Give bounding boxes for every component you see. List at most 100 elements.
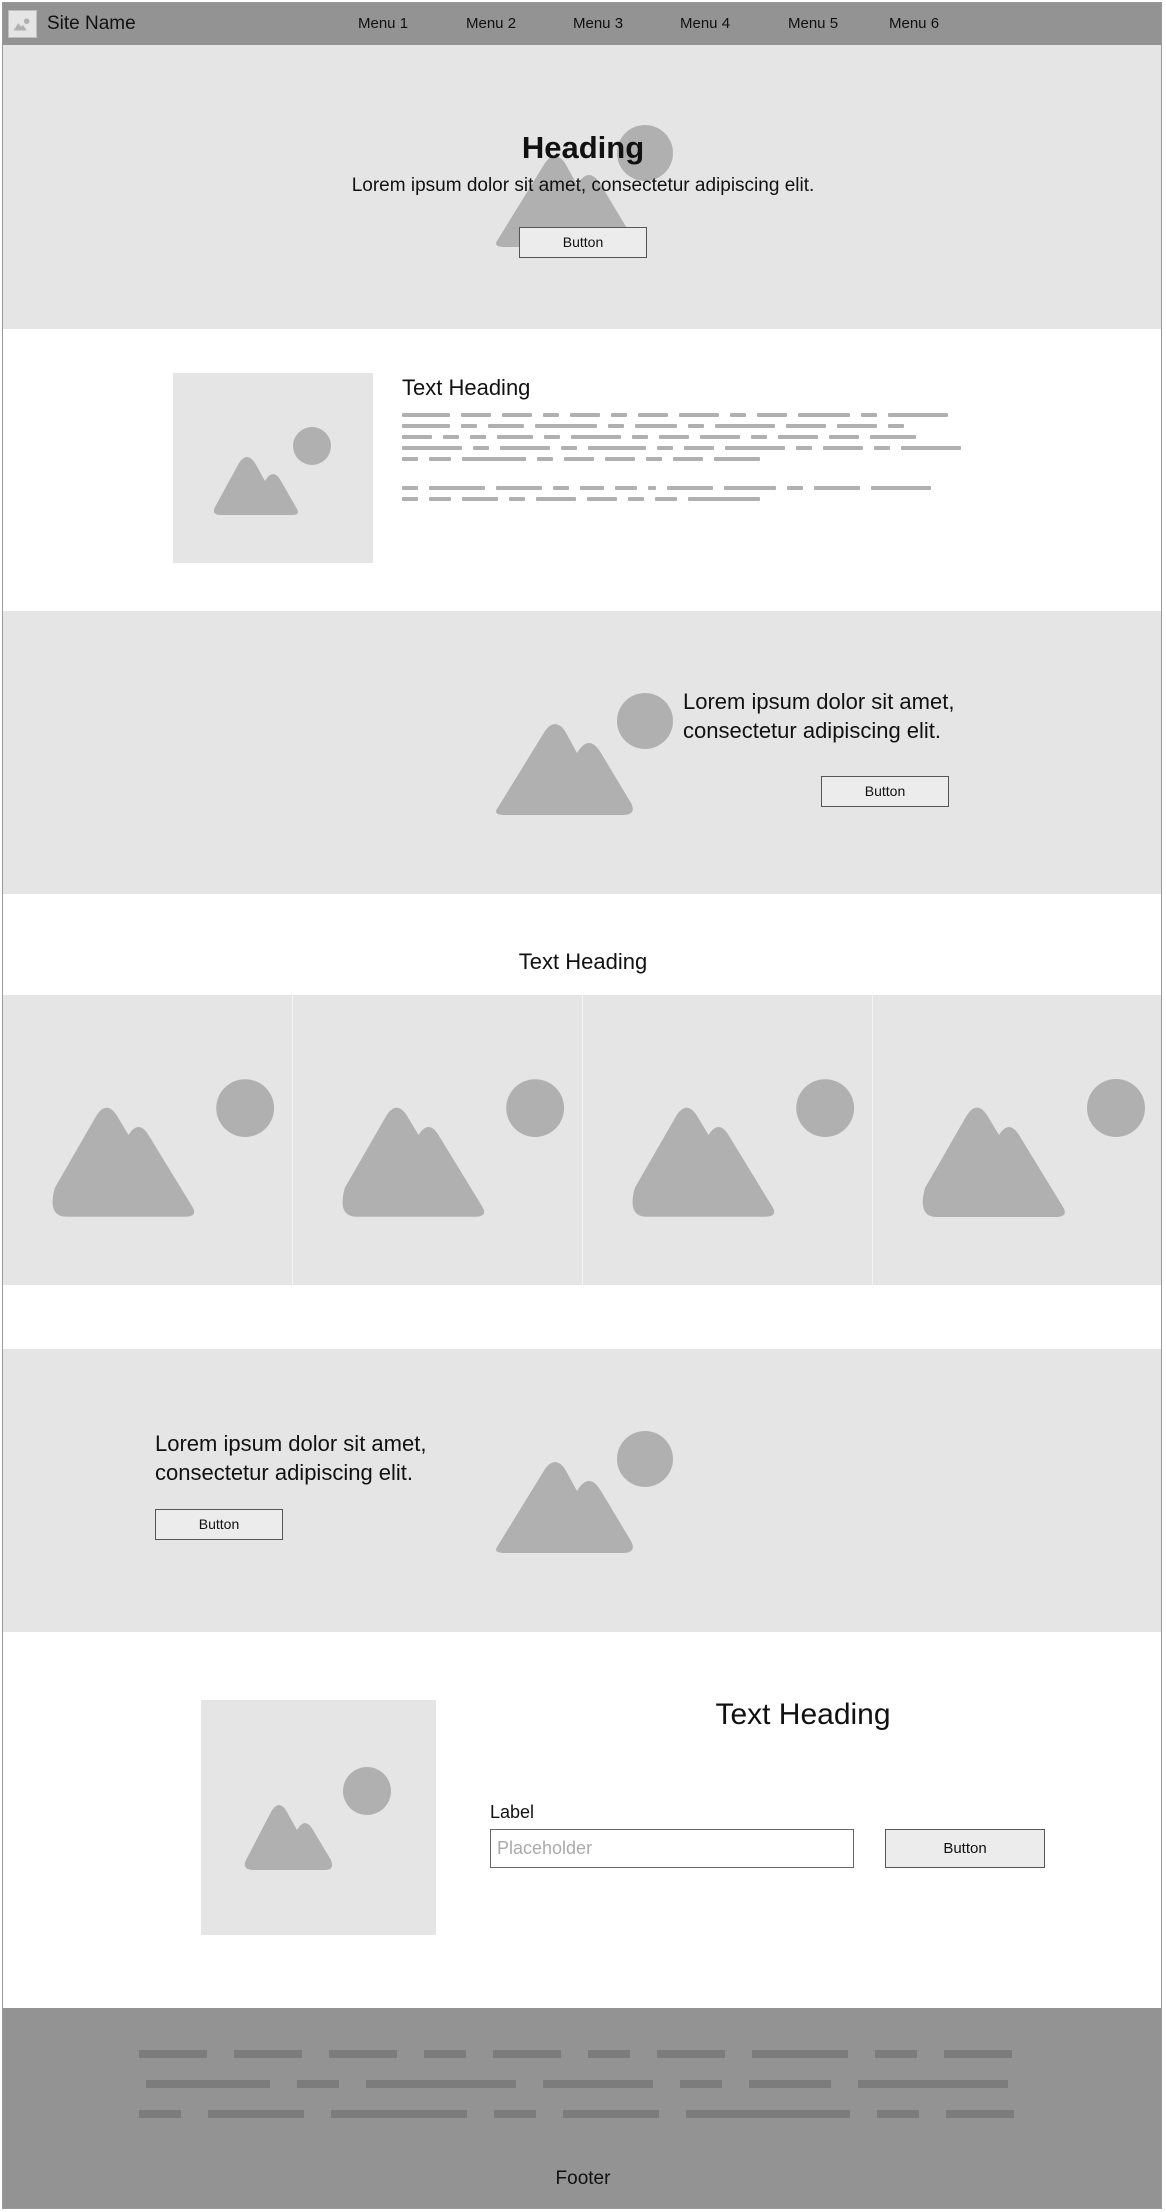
greek-text-dash xyxy=(638,413,668,417)
gallery-image-4-icon[interactable] xyxy=(873,995,1161,1285)
greek-text-dash xyxy=(787,486,803,490)
nav-menu-6[interactable]: Menu 6 xyxy=(889,15,939,32)
greek-text-dash xyxy=(628,497,644,501)
greek-text-dash xyxy=(462,457,526,461)
greek-text-dash xyxy=(402,457,418,461)
footer-link[interactable] xyxy=(297,2080,339,2088)
greek-text-dash xyxy=(823,446,863,450)
site-name[interactable]: Site Name xyxy=(47,13,136,35)
form-heading: Text Heading xyxy=(715,1698,891,1731)
greek-text-dash xyxy=(778,435,818,439)
greek-text-dash xyxy=(786,424,826,428)
footer-link[interactable] xyxy=(944,2050,1012,2058)
footer-link[interactable] xyxy=(686,2110,850,2118)
greek-text-dash xyxy=(402,497,418,501)
footer-link[interactable] xyxy=(563,2110,659,2118)
site-header: Site Name Menu 1 Menu 2 Menu 3 Menu 4 Me… xyxy=(3,3,1161,45)
nav-menu-1[interactable]: Menu 1 xyxy=(358,15,408,32)
greek-text-dash xyxy=(888,424,904,428)
greek-text-dash xyxy=(429,457,451,461)
greek-text-dash xyxy=(648,486,656,490)
greek-text-dash xyxy=(402,435,432,439)
greek-text-dash xyxy=(611,413,627,417)
footer-link[interactable] xyxy=(588,2050,630,2058)
footer-link[interactable] xyxy=(752,2050,848,2058)
greek-text-dash xyxy=(537,457,553,461)
greek-text-dash xyxy=(587,497,617,501)
greek-text-dash xyxy=(688,497,760,501)
nav-menu-5[interactable]: Menu 5 xyxy=(788,15,838,32)
greek-text-dash xyxy=(429,497,451,501)
greek-text-dash xyxy=(429,486,485,490)
footer-link[interactable] xyxy=(680,2080,722,2088)
greek-text-dash xyxy=(725,446,785,450)
feature-right-button[interactable]: Button xyxy=(821,776,949,807)
greek-text-dash xyxy=(580,486,604,490)
greek-text-dash xyxy=(615,486,637,490)
footer-link[interactable] xyxy=(366,2080,516,2088)
feature-left-button[interactable]: Button xyxy=(155,1509,283,1540)
greek-text-dash xyxy=(570,413,600,417)
greek-text-dash xyxy=(874,446,890,450)
footer-link[interactable] xyxy=(877,2110,919,2118)
form-section: Text Heading Label Button xyxy=(3,1632,1161,2008)
footer-link[interactable] xyxy=(331,2110,467,2118)
footer-link[interactable] xyxy=(858,2080,1008,2088)
form-submit-button[interactable]: Button xyxy=(885,1829,1045,1868)
gallery-image-2-icon[interactable] xyxy=(293,995,583,1285)
greek-text-dash xyxy=(684,446,714,450)
hero-section: Heading Lorem ipsum dolor sit amet, cons… xyxy=(3,45,1161,329)
footer-link[interactable] xyxy=(139,2050,207,2058)
form-label: Label xyxy=(490,1802,535,1822)
greek-text-dash xyxy=(673,457,703,461)
greek-text-dash xyxy=(798,413,850,417)
gallery-image-1-icon[interactable] xyxy=(3,995,293,1285)
greek-text-dash xyxy=(544,435,560,439)
greek-text-dash xyxy=(473,446,489,450)
footer-link[interactable] xyxy=(424,2050,466,2058)
footer-link[interactable] xyxy=(875,2050,917,2058)
footer-link[interactable] xyxy=(329,2050,397,2058)
form-section-image-icon xyxy=(201,1700,436,1935)
hero-subtext: Lorem ipsum dolor sit amet, consectetur … xyxy=(351,175,815,196)
footer-link[interactable] xyxy=(208,2110,304,2118)
greek-text-dash xyxy=(543,413,559,417)
footer-link[interactable] xyxy=(946,2110,1014,2118)
greek-text-dash xyxy=(402,486,418,490)
feature-left-section: Lorem ipsum dolor sit amet, consectetur … xyxy=(3,1349,1161,1632)
greek-text-dash xyxy=(700,435,740,439)
footer-link[interactable] xyxy=(146,2080,270,2088)
footer-link[interactable] xyxy=(749,2080,831,2088)
nav-menu-4[interactable]: Menu 4 xyxy=(680,15,730,32)
greek-text-dash xyxy=(402,413,450,417)
greek-text-dash xyxy=(901,446,961,450)
form-text-input[interactable] xyxy=(490,1829,854,1868)
logo-image-icon[interactable] xyxy=(8,10,37,38)
gallery-image-3-icon[interactable] xyxy=(583,995,873,1285)
hero-button[interactable]: Button xyxy=(519,227,647,258)
greek-text-dash xyxy=(814,486,860,490)
nav-menu-2[interactable]: Menu 2 xyxy=(466,15,516,32)
greek-text-dash xyxy=(659,435,689,439)
footer-links xyxy=(3,2008,1161,2138)
footer-link[interactable] xyxy=(493,2050,561,2058)
greek-text-dash xyxy=(443,435,459,439)
gallery-heading: Text Heading xyxy=(518,949,648,974)
footer-link[interactable] xyxy=(657,2050,725,2058)
nav-menu-3[interactable]: Menu 3 xyxy=(573,15,623,32)
greek-text-dash xyxy=(553,486,569,490)
text-block-paragraph xyxy=(402,413,982,523)
footer-link[interactable] xyxy=(494,2110,536,2118)
greek-text-dash xyxy=(509,497,525,501)
greek-text-dash xyxy=(829,435,859,439)
greek-text-dash xyxy=(667,486,713,490)
greek-text-dash xyxy=(730,413,746,417)
greek-text-dash xyxy=(605,457,635,461)
footer-link[interactable] xyxy=(139,2110,181,2118)
footer-link[interactable] xyxy=(234,2050,302,2058)
greek-text-dash xyxy=(837,424,877,428)
greek-text-dash xyxy=(608,424,624,428)
footer-link[interactable] xyxy=(543,2080,653,2088)
greek-text-dash xyxy=(470,435,486,439)
greek-text-dash xyxy=(564,457,594,461)
